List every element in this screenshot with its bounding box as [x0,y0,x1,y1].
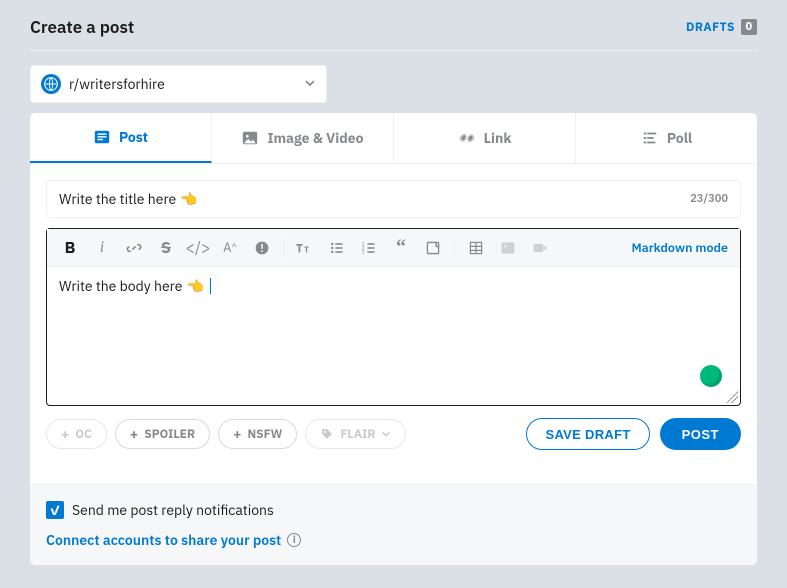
community-selector[interactable]: r/writersforhire [30,65,327,103]
italic-button[interactable]: i [87,233,117,263]
tab-image-video[interactable]: Image & Video [212,113,394,163]
spoiler-tag-button[interactable]: + SPOILER [115,419,210,449]
editor-toolbar: B i S </> A^ TT 123 “ [47,229,740,267]
separator [283,238,284,258]
chevron-down-icon [304,75,316,93]
checkbox-checked-icon[interactable]: ✓ [46,501,64,519]
tag-icon [320,427,334,441]
link-icon [458,129,476,147]
drafts-count: 0 [741,19,757,35]
editor-body[interactable]: Write the body here 👈 [47,267,740,405]
drafts-label: DRAFTS [686,20,735,35]
community-icon [41,74,61,94]
nsfw-tag-button[interactable]: + NSFW [218,419,297,449]
tabs: Post Image & Video Link Poll [30,113,757,164]
flair-label: FLAIR [340,427,375,442]
strikethrough-button[interactable]: S [151,233,181,263]
table-button[interactable] [461,233,491,263]
tab-link[interactable]: Link [394,113,576,163]
image-icon [241,129,259,147]
oc-tag-button[interactable]: + OC [46,419,107,449]
superscript-button[interactable]: A^ [215,233,245,263]
bold-button[interactable]: B [55,233,85,263]
tab-poll-label: Poll [667,129,692,147]
title-input[interactable]: Write the title here 👈 23/300 [46,180,741,218]
body-editor: B i S </> A^ TT 123 “ [46,228,741,406]
body-text: Write the body here [59,277,182,295]
notifications-label: Send me post reply notifications [72,501,274,519]
chevron-down-icon [381,429,391,439]
title-text: Write the title here [59,190,176,208]
footer: ✓ Send me post reply notifications Conne… [30,484,757,565]
plus-icon: + [130,427,138,441]
oc-label: OC [75,427,91,442]
spoiler-label: SPOILER [144,427,195,442]
tags-row: + OC + SPOILER + NSFW FLAIR SAVE DRA [46,418,741,450]
heading-button[interactable]: TT [290,233,320,263]
text-cursor [210,278,211,294]
plus-icon: + [233,427,241,441]
tab-image-label: Image & Video [267,129,363,147]
header: Create a post DRAFTS 0 [30,10,757,51]
pointing-hand-icon: 👈 [180,190,197,208]
info-icon: i [287,533,301,547]
save-draft-button[interactable]: SAVE DRAFT [526,418,649,450]
post-button[interactable]: POST [660,418,741,450]
drafts-button[interactable]: DRAFTS 0 [686,19,757,35]
quote-button[interactable]: “ [386,233,416,263]
svg-text:3: 3 [362,249,365,255]
separator [454,238,455,258]
pointing-hand-icon: 👈 [186,277,203,295]
tab-post[interactable]: Post [30,113,212,163]
image-insert-button[interactable] [493,233,523,263]
number-list-button[interactable]: 123 [354,233,384,263]
tab-link-label: Link [484,129,512,147]
post-icon [93,128,111,146]
poll-icon [641,129,659,147]
tab-poll[interactable]: Poll [576,113,757,163]
title-value: Write the title here 👈 [59,190,690,208]
video-insert-button[interactable] [525,233,555,263]
svg-text:T: T [304,245,309,255]
resize-handle[interactable] [726,391,738,403]
flair-tag-button[interactable]: FLAIR [305,419,406,449]
notifications-checkbox-row[interactable]: ✓ Send me post reply notifications [46,501,741,519]
markdown-mode-button[interactable]: Markdown mode [632,240,733,256]
community-name: r/writersforhire [69,75,296,93]
connect-accounts-link[interactable]: Connect accounts to share your post i [46,531,741,549]
tab-post-label: Post [119,128,148,146]
post-card: Post Image & Video Link Poll Write the t… [30,113,757,565]
link-button[interactable] [119,233,149,263]
page-title: Create a post [30,16,134,38]
spoiler-button[interactable] [247,233,277,263]
nsfw-label: NSFW [247,427,282,442]
code-button[interactable]: </> [183,233,213,263]
bullet-list-button[interactable] [322,233,352,263]
codeblock-button[interactable] [418,233,448,263]
plus-icon: + [61,427,69,441]
title-counter: 23/300 [690,192,728,206]
grammarly-icon[interactable] [700,365,722,387]
connect-label: Connect accounts to share your post [46,531,281,549]
svg-text:T: T [296,241,303,256]
